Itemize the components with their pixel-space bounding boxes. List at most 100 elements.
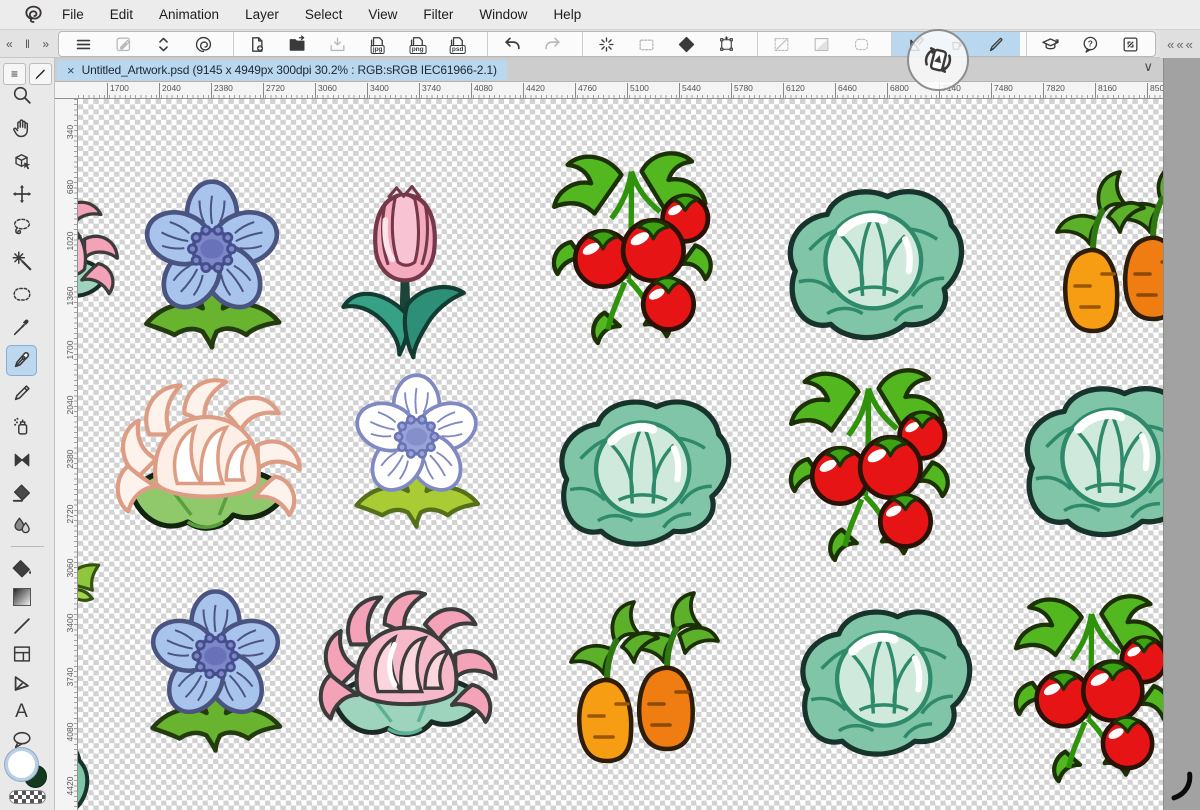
- airbrush-tool[interactable]: [6, 411, 37, 442]
- menu-view[interactable]: View: [368, 7, 397, 22]
- canvas-viewport[interactable]: [78, 99, 1163, 810]
- rotate-canvas-button[interactable]: [907, 29, 969, 91]
- decoration-tool[interactable]: [6, 444, 37, 475]
- edit-mode-button[interactable]: [103, 32, 143, 56]
- menu-select[interactable]: Select: [305, 7, 343, 22]
- open-file-button[interactable]: [278, 32, 318, 56]
- flag-vector-icon: [14, 676, 29, 691]
- right-collapse-glyph-1[interactable]: «: [1176, 37, 1183, 52]
- lasso-tool[interactable]: [6, 212, 37, 243]
- export-psd-button[interactable]: psd: [438, 32, 478, 56]
- line-tool[interactable]: [6, 610, 37, 641]
- menu-window[interactable]: Window: [479, 7, 527, 22]
- artwork-tomatoes: [1009, 591, 1163, 791]
- selection-area-button[interactable]: [627, 32, 667, 56]
- eraser-tool[interactable]: [6, 477, 37, 508]
- object-cube-icon: [14, 153, 30, 170]
- magic-wand-tool[interactable]: [6, 245, 37, 276]
- ruler-horizontal: 1700 2040 2380 2720 3060 3400 3740 4080 4420 4760…: [55, 82, 1163, 99]
- undo-button[interactable]: [492, 32, 532, 56]
- bucket-diamond-icon: [12, 559, 31, 577]
- rotate-device-icon: [924, 47, 952, 73]
- line-diagonal-icon: [13, 617, 30, 634]
- move-tool[interactable]: [6, 179, 37, 210]
- artwork-carrots: [1042, 156, 1163, 341]
- ruler-label-y: 340: [65, 119, 75, 145]
- menu-file[interactable]: File: [62, 7, 84, 22]
- ruler-label-y: 4080: [65, 719, 75, 745]
- right-collapse-glyph-0[interactable]: «: [1167, 37, 1174, 52]
- export-png-button[interactable]: png: [398, 32, 438, 56]
- left-panel-collapse-handle[interactable]: « ‖ »: [0, 30, 55, 58]
- help-button[interactable]: ?: [1071, 32, 1111, 56]
- ruler-label-y: 1020: [65, 228, 75, 254]
- ruler-label-y: 2040: [65, 392, 75, 418]
- reorder-button[interactable]: [143, 32, 183, 56]
- tab-close-icon[interactable]: ×: [67, 64, 75, 77]
- redo-button[interactable]: [532, 32, 572, 56]
- import-tray-icon: [330, 36, 345, 51]
- tutorial-button[interactable]: [1031, 32, 1071, 56]
- color-swatches[interactable]: [5, 748, 50, 788]
- import-button[interactable]: [318, 32, 358, 56]
- tab-list-chevron-icon[interactable]: ∨: [1143, 59, 1153, 75]
- right-panel-strip[interactable]: [1163, 58, 1200, 810]
- main-toolbar: jpg png psd?: [58, 31, 1156, 57]
- fullscreen-button[interactable]: [1111, 32, 1151, 56]
- menu-layer[interactable]: Layer: [245, 7, 279, 22]
- main-menu-button[interactable]: [63, 32, 103, 56]
- fill-button[interactable]: [667, 32, 707, 56]
- right-collapse-glyph-2[interactable]: «: [1186, 37, 1193, 52]
- toolbar-group: [581, 32, 751, 56]
- frame-tool[interactable]: [6, 639, 37, 670]
- primary-color-swatch[interactable]: [5, 748, 38, 781]
- gradient-tool[interactable]: [6, 582, 37, 613]
- clip-spiral-button[interactable]: [183, 32, 223, 56]
- calligraphy-tool[interactable]: [6, 378, 37, 409]
- artwork-chrys-pink: [78, 184, 120, 316]
- select-layer-area-button[interactable]: [762, 32, 802, 56]
- auto-action-button[interactable]: [587, 32, 627, 56]
- app-logo[interactable]: [20, 3, 46, 27]
- new-canvas-button[interactable]: [238, 32, 278, 56]
- transform-button[interactable]: [707, 32, 747, 56]
- collapse-glyph-0[interactable]: «: [6, 37, 13, 51]
- eyedropper-tool[interactable]: [6, 311, 37, 342]
- marquee-tool[interactable]: [6, 278, 37, 309]
- ruler-label-y: 1700: [65, 337, 75, 363]
- text-tool[interactable]: A: [6, 696, 37, 727]
- menu-filter[interactable]: Filter: [423, 7, 453, 22]
- lasso-icon: [13, 218, 30, 235]
- export-jpg-button[interactable]: jpg: [358, 32, 398, 56]
- menu-help[interactable]: Help: [553, 7, 581, 22]
- artwork-anemone-blue: [132, 177, 292, 352]
- vector-tool[interactable]: [6, 667, 37, 698]
- collapse-glyph-1[interactable]: ‖: [25, 37, 30, 51]
- spray-icon: [13, 417, 27, 435]
- ruler-label-y: 2380: [65, 446, 75, 472]
- menu-edit[interactable]: Edit: [110, 7, 133, 22]
- transparent-color-swatch[interactable]: [9, 790, 46, 804]
- artwork-edge-leaf: [78, 563, 101, 602]
- pen-square-icon: [115, 36, 130, 51]
- object-tool[interactable]: [6, 145, 37, 176]
- blend-tool[interactable]: [6, 511, 37, 542]
- tone-area-button[interactable]: [802, 32, 842, 56]
- file-format-badge: png: [409, 45, 427, 54]
- collapse-glyph-2[interactable]: »: [42, 37, 49, 51]
- fill-tool[interactable]: [6, 553, 37, 584]
- gradient-square-icon: [12, 588, 31, 607]
- ruler-label-x: 4420: [523, 83, 545, 98]
- folder-open-icon: [289, 34, 305, 51]
- right-panel-collapse-handle[interactable]: «««: [1160, 30, 1200, 58]
- toolbar-group: [487, 32, 576, 56]
- zoom-tool[interactable]: [6, 79, 37, 110]
- document-tab[interactable]: × Untitled_Artwork.psd (9145 x 4949px 30…: [57, 60, 507, 80]
- menu-animation[interactable]: Animation: [159, 7, 219, 22]
- snap-guide-button[interactable]: [976, 32, 1016, 56]
- ruler-label-x: 2380: [211, 83, 233, 98]
- artwork-chrys-cream: [107, 375, 307, 543]
- selection-pen-button[interactable]: [842, 32, 882, 56]
- pen-tool[interactable]: [6, 344, 37, 376]
- hand-tool[interactable]: [6, 112, 37, 143]
